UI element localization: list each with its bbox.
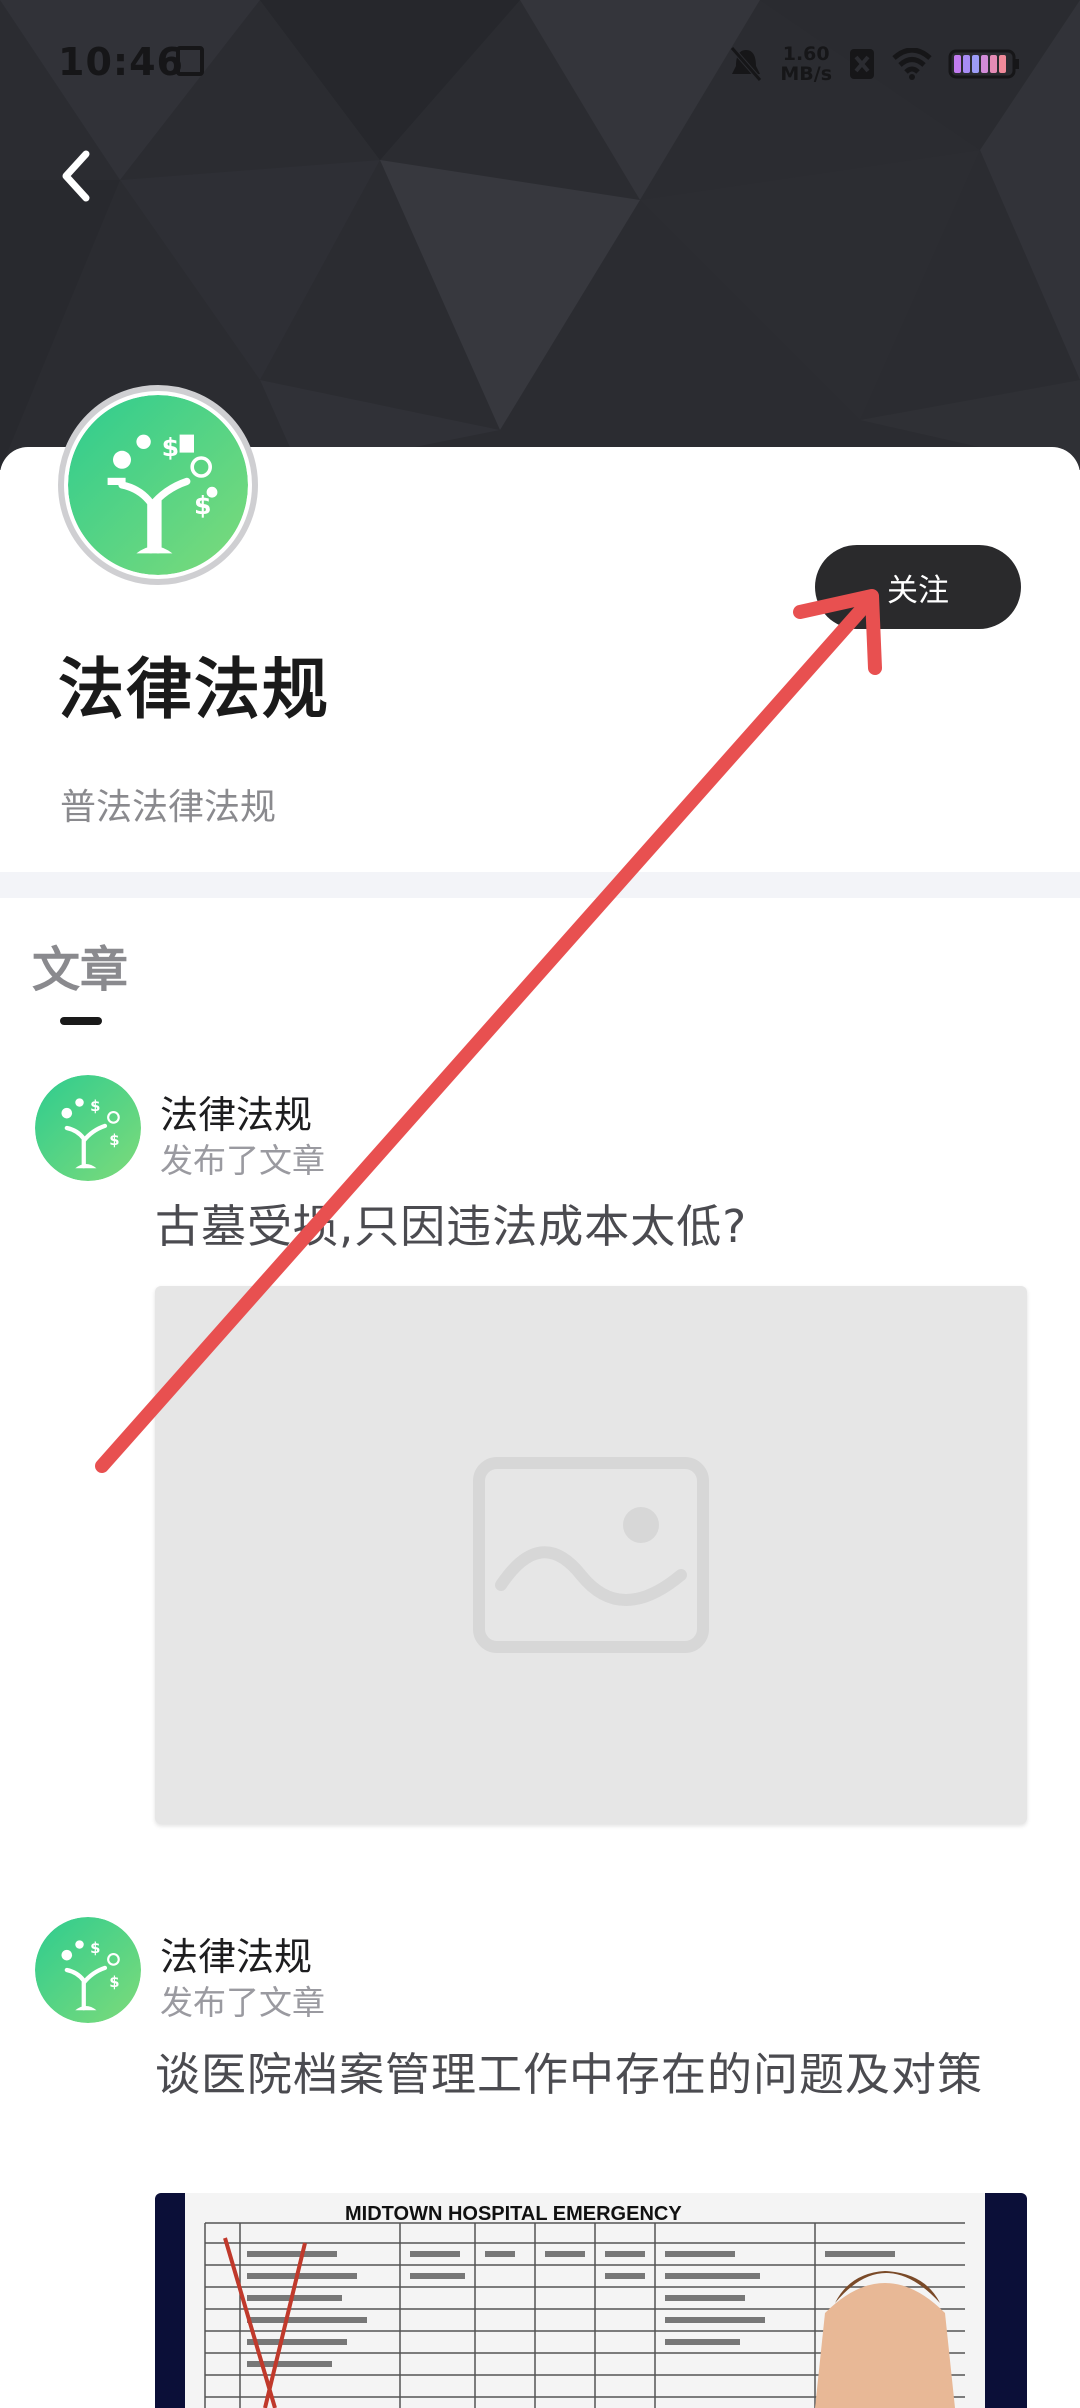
battery-icon (948, 49, 1019, 79)
author-avatar[interactable]: $ $ (35, 1075, 141, 1181)
svg-text:$: $ (109, 1132, 119, 1149)
status-time: 10:46 (58, 40, 184, 84)
tree-logo-icon: $ $ (68, 395, 248, 575)
feed-author[interactable]: 法律法规 (160, 1926, 312, 1981)
page-title: 法律法规 (58, 651, 330, 728)
svg-text:$: $ (90, 1098, 100, 1115)
status-icons: 1.60 MB/s (728, 40, 1020, 88)
wifi-icon (892, 48, 932, 80)
channel-avatar: $ $ (58, 385, 258, 585)
feed-action: 发布了文章 (160, 1141, 325, 1180)
svg-text:$: $ (162, 433, 180, 462)
image-heading: MIDTOWN HOSPITAL EMERGENCY (345, 2203, 682, 2225)
sim-off-icon (850, 49, 874, 79)
svg-text:$: $ (90, 1940, 100, 1957)
hospital-sheet: MIDTOWN HOSPITAL EMERGENCY (185, 2193, 985, 2408)
feed-author[interactable]: 法律法规 (160, 1084, 312, 1139)
status-bar: 10:46 1.60 MB/s (0, 0, 1080, 126)
article-image-placeholder[interactable] (155, 1286, 1027, 1824)
back-button[interactable] (40, 140, 112, 212)
tab-indicator (60, 1017, 102, 1025)
tab-articles[interactable]: 文章 (32, 930, 128, 1000)
image-placeholder-icon (473, 1457, 709, 1653)
article-image[interactable]: MIDTOWN HOSPITAL EMERGENCY (155, 2193, 1027, 2408)
notification-icon (176, 46, 204, 76)
page-subtitle: 普法法律法规 (60, 787, 277, 828)
net-speed-unit: MB/s (780, 63, 832, 85)
section-divider (0, 872, 1080, 898)
net-speed-value: 1.60 (782, 43, 830, 65)
tree-logo-icon: $ $ (35, 1075, 141, 1181)
chevron-left-icon (62, 150, 90, 202)
mute-icon (730, 46, 763, 82)
net-speed: 1.60 MB/s (780, 44, 832, 84)
feed-title[interactable]: 古墓受损,只因违法成本太低? (155, 1196, 1035, 1258)
feed-title[interactable]: 谈医院档案管理工作中存在的问题及对策 (155, 2044, 1035, 2106)
follow-button[interactable]: 关注 (815, 545, 1021, 629)
svg-text:$: $ (109, 1974, 119, 1991)
feed-action: 发布了文章 (160, 1983, 325, 2022)
tree-logo-icon: $ $ (35, 1917, 141, 2023)
author-avatar[interactable]: $ $ (35, 1917, 141, 2023)
